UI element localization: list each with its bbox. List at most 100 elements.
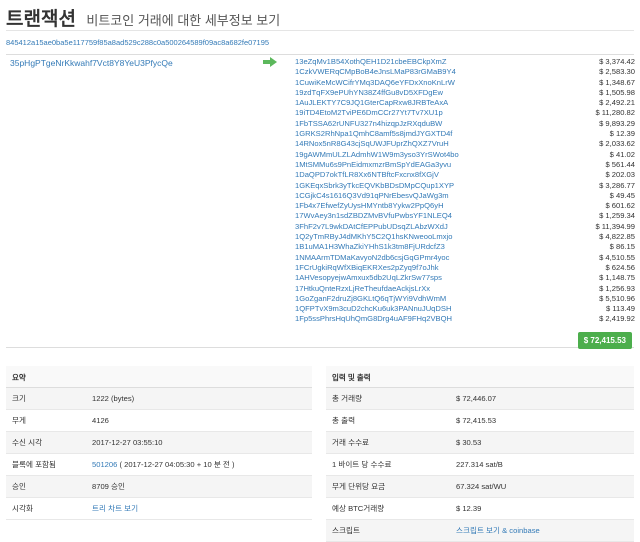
output-address-link[interactable]: 1MtSMMu6s9PnEidmxmzrBmSpYdEAGa3yvu [295, 160, 451, 170]
row-value: 8709 승인 [92, 482, 125, 491]
output-amount: $ 1,505.98 [599, 87, 635, 97]
table-row: 예상 BTC거래량 $ 12.39 [326, 498, 634, 520]
table-row: 승인 8709 승인 [6, 476, 312, 498]
output-address-link[interactable]: 1GKEqxSbrk3yTkcEQVKbBDsDMpCQup1XYP [295, 181, 454, 191]
output-row: 1GKEqxSbrk3yTkcEQVKbBDsDMpCQup1XYP $ 3,28… [295, 181, 635, 191]
output-row: 17HtkuQnteRzxLjReTheufdaeAckjsLrXx $ 1,25… [295, 284, 635, 294]
input-address-link[interactable]: 35pHgPTgeNrKkwahf7Vct8Y8YeU3PfycQe [10, 58, 173, 68]
output-address-link[interactable]: 1Fb4x7EfwefZyUysHMYntb8Yykw2PpQ6yH [295, 201, 444, 211]
table-row: 수신 시각 2017-12-27 03:55:10 [6, 432, 312, 454]
row-value: $ 72,446.07 [456, 394, 497, 403]
output-amount: $ 2,583.30 [599, 67, 635, 77]
output-row: 1DaQPD7okTfLR8Xx6NTBftcFxcnx8fXGjV $ 202.… [295, 170, 635, 180]
row-label: 1 바이트 당 수수료 [332, 460, 392, 469]
output-address-link[interactable]: 19iTD4EtoM2TviPE6DmCCr27Yt7Tv7XU1p [295, 108, 443, 118]
output-row: 3FhF2v7L9wkDAtCfEPPubUDsqZLAbzWXdJ $ 11,3… [295, 222, 635, 232]
output-address-link[interactable]: 1FCrUgkiRqWfXBiqEKRXes2pZyq9f7oJhk [295, 263, 439, 273]
output-address-link[interactable]: 1QFPTvX9m3cuD2chcKu6uk3PANnuJUqDSH [295, 304, 451, 314]
output-address-link[interactable]: 1CzkVWERqCMpBoB4eJnsLMaP83rGMaB9Y4 [295, 67, 456, 77]
row-label: 승인 [12, 482, 26, 491]
table-row: 1 바이트 당 수수료 227.314 sat/B [326, 454, 634, 476]
page-header: 트랜잭션 비트코인 거래에 대한 세부정보 보기 [6, 4, 634, 31]
io-panel: 입력 및 출력 총 거래량 $ 72,446.07 총 출력 $ 72,415.53 거… [326, 366, 634, 542]
row-value: 스크립트 보기 & coinbase [456, 520, 634, 541]
output-address-link[interactable]: 17WvAey3n1sdZBDZMvBVfuPwbsYF1NLEQ4 [295, 211, 452, 221]
output-address-link[interactable]: 1GRKS2RhNpa1QmhC8amf5s8jmdJYGXTD4f [295, 129, 452, 139]
arrow-right-icon [263, 57, 277, 67]
row-value-link[interactable]: 501206 [92, 460, 117, 469]
output-address-link[interactable]: 1AuJLEKTY7C9JQ1GterCapRxw8JRBTeAxA [295, 98, 448, 108]
table-row: 거래 수수료 $ 30.53 [326, 432, 634, 454]
total-output-badge: $ 72,415.53 [577, 332, 632, 349]
output-row: 17WvAey3n1sdZBDZMvBVfuPwbsYF1NLEQ4 $ 1,25… [295, 211, 635, 221]
output-row: 1Q2yTmRByJ4dMKhY5C2Q1hsKNweooLmxjo $ 4,82… [295, 232, 635, 242]
row-value: $ 30.53 [456, 438, 482, 447]
row-value-link[interactable]: 트리 차트 보기 [92, 504, 138, 513]
output-row: 1CuwiKeMcWCifrYMq3DAQ6eYFDxXnoKnLrW $ 1,3… [295, 78, 635, 88]
row-value: 1222 (bytes) [92, 394, 135, 403]
output-amount: $ 49.45 [609, 190, 635, 200]
output-address-link[interactable]: 1Fp5ssPhrsHqUhQmG8Drg4uAF9FHq2VBQH [295, 314, 452, 324]
output-amount: $ 11,394.99 [595, 221, 635, 231]
row-value: 501206 ( 2017-12-27 04:05:30 + 10 분 전 ) [92, 454, 312, 475]
output-row: 1FbTSSA62rUNFU327n4hizqpJzRXqduBW $ 9,893… [295, 119, 635, 129]
output-amount: $ 1,348.67 [599, 77, 635, 87]
row-label: 수신 시각 [12, 438, 43, 447]
output-row: 1B1uMA1H3WhaZkiYHhS1k3tm8FjURdcfZ3 $ 86.1… [295, 242, 635, 252]
output-row: 13eZqMv1B54XothQEH1D21cbeEBCkpXmZ $ 3,374… [295, 57, 635, 67]
row-label: 거래 수수료 [332, 438, 370, 447]
output-address-link[interactable]: 14RNox5nR8G43cjSqUWJFUprZhQXZ7VruH [295, 139, 449, 149]
summary-heading: 요약 [6, 366, 312, 388]
output-address-link[interactable]: 1CGjkC4s1616Q3Vd91qPNrEbesvQJaWg3m [295, 191, 449, 201]
output-address-link[interactable]: 1Q2yTmRByJ4dMKhY5C2Q1hsKNweooLmxjo [295, 232, 452, 242]
row-value-text: ( 2017-12-27 04:05:30 + 10 분 전 ) [117, 460, 235, 469]
output-address-link[interactable]: 1FbTSSA62rUNFU327n4hizqpJzRXqduBW [295, 119, 442, 129]
output-amount: $ 12.39 [609, 129, 635, 139]
output-address-link[interactable]: 19gAWMmULZLAdmhW1W9m3yso3YrSWot4bo [295, 150, 459, 160]
output-row: 1AHVesopyejwAmxux5db2UqLZkrSw77sps $ 1,14… [295, 273, 635, 283]
txid-link[interactable]: 845412a15ae0ba5e117759f85a8ad529c288c0a5… [6, 38, 269, 47]
output-amount: $ 1,148.75 [599, 273, 635, 283]
output-row: 1FCrUgkiRqWfXBiqEKRXes2pZyq9f7oJhk $ 624.… [295, 263, 635, 273]
output-row: 1QFPTvX9m3cuD2chcKu6uk3PANnuJUqDSH $ 113.… [295, 304, 635, 314]
output-amount: $ 113.49 [606, 304, 635, 314]
row-value: 67.324 sat/WU [456, 482, 507, 491]
output-amount: $ 3,374.42 [599, 57, 635, 66]
output-amount: $ 1,259.34 [599, 211, 635, 221]
table-row: 총 출력 $ 72,415.53 [326, 410, 634, 432]
output-amount: $ 2,492.21 [599, 98, 635, 108]
output-address-link[interactable]: 1DaQPD7okTfLR8Xx6NTBftcFxcnx8fXGjV [295, 170, 439, 180]
output-row: 1AuJLEKTY7C9JQ1GterCapRxw8JRBTeAxA $ 2,49… [295, 98, 635, 108]
table-row: 크기 1222 (bytes) [6, 388, 312, 410]
row-label: 블록에 포함됨 [12, 460, 57, 469]
row-label: 무게 [12, 416, 26, 425]
output-amount: $ 624.56 [605, 262, 635, 272]
row-value: 4126 [92, 416, 109, 425]
output-address-link[interactable]: 17HtkuQnteRzxLjReTheufdaeAckjsLrXx [295, 284, 430, 294]
output-address-link[interactable]: 1NMAArmTDMaKavyoN2db6csjGqGPmr4yoc [295, 253, 449, 263]
row-value: 227.314 sat/B [456, 460, 503, 469]
output-row: 1CzkVWERqCMpBoB4eJnsLMaP83rGMaB9Y4 $ 2,58… [295, 67, 635, 77]
output-amount: $ 41.02 [609, 149, 635, 159]
output-address-link[interactable]: 1AHVesopyejwAmxux5db2UqLZkrSw77sps [295, 273, 442, 283]
output-row: 1Fp5ssPhrsHqUhQmG8Drg4uAF9FHq2VBQH $ 2,41… [295, 314, 635, 324]
output-address-link[interactable]: 3FhF2v7L9wkDAtCfEPPubUDsqZLAbzWXdJ [295, 222, 448, 232]
txid-row: 845412a15ae0ba5e117759f85a8ad529c288c0a5… [6, 34, 634, 55]
output-address-link[interactable]: 19zdTqFX9ePUhYN38Z4ffGu8vD5XFDgEw [295, 88, 443, 98]
row-value: $ 12.39 [456, 504, 482, 513]
row-label: 무게 단위당 요금 [332, 482, 386, 491]
output-address-link[interactable]: 1B1uMA1H3WhaZkiYHhS1k3tm8FjURdcfZ3 [295, 242, 445, 252]
row-label: 스크립트 [332, 526, 360, 535]
table-row: 블록에 포함됨 501206 ( 2017-12-27 04:05:30 + 10… [6, 454, 312, 476]
table-row: 무게 단위당 요금 67.324 sat/WU [326, 476, 634, 498]
page-subtitle: 비트코인 거래에 대한 세부정보 보기 [86, 13, 281, 28]
output-address-link[interactable]: 13eZqMv1B54XothQEH1D21cbeEBCkpXmZ [295, 57, 447, 67]
output-row: 19gAWMmULZLAdmhW1W9m3yso3YrSWot4bo $ 41.0… [295, 150, 635, 160]
transaction-io: 35pHgPTgeNrKkwahf7Vct8Y8YeU3PfycQe 13eZq… [6, 54, 635, 349]
output-address-link[interactable]: 1GoZganF2druZj8GKLtQ6qTjWYi9VdhWmM [295, 294, 446, 304]
row-value-link[interactable]: 스크립트 보기 & coinbase [456, 526, 540, 535]
table-row: 총 거래량 $ 72,446.07 [326, 388, 634, 410]
output-address-link[interactable]: 1CuwiKeMcWCifrYMq3DAQ6eYFDxXnoKnLrW [295, 78, 455, 88]
output-amount: $ 1,256.93 [599, 283, 635, 293]
output-amount: $ 4,510.55 [599, 252, 635, 262]
